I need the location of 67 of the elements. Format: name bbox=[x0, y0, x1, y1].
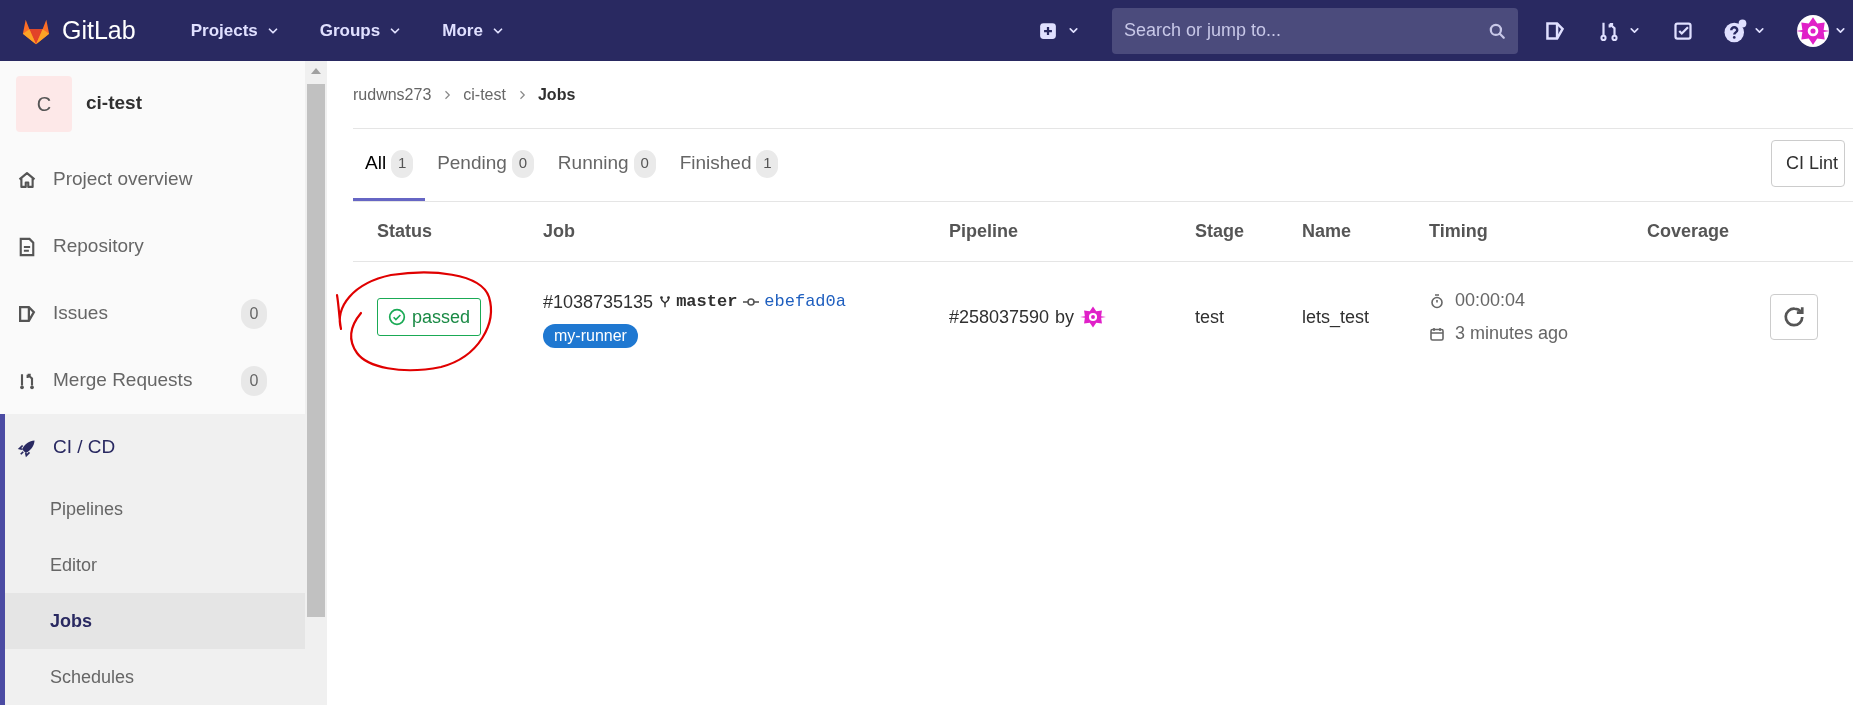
sidebar-item[interactable]: Repository bbox=[0, 213, 305, 280]
column-header: Coverage bbox=[1647, 220, 1731, 243]
job-link[interactable]: #1038735135 bbox=[543, 288, 654, 316]
plus-square-icon bbox=[1039, 21, 1057, 40]
user-avatar-icon bbox=[1796, 13, 1830, 48]
column-header: Name bbox=[1302, 220, 1353, 243]
duration-text: 00:00:04 bbox=[1455, 289, 1526, 312]
finished-time-text: 3 minutes ago bbox=[1455, 322, 1569, 345]
filter-tab[interactable]: All 1 bbox=[353, 129, 426, 201]
todo-checkbox-icon[interactable] bbox=[1673, 20, 1693, 41]
issues-icon bbox=[17, 303, 37, 324]
commit-link[interactable]: ebefad0a bbox=[764, 289, 846, 315]
issues-icon[interactable] bbox=[1544, 19, 1566, 42]
sidebar-subitem[interactable]: Editor bbox=[5, 537, 305, 593]
sidebar-subitem[interactable]: Schedules bbox=[5, 649, 305, 705]
sidebar-item[interactable]: CI / CD bbox=[5, 414, 305, 481]
column-header: Status bbox=[376, 220, 433, 243]
count-badge: 0 bbox=[241, 298, 267, 329]
ci-lint-button[interactable]: CI Lint bbox=[1771, 140, 1846, 187]
check-circle-icon bbox=[388, 308, 406, 326]
search-icon bbox=[1488, 21, 1506, 40]
nav-menu-button[interactable]: Groups bbox=[319, 17, 403, 44]
sidebar-item[interactable]: Merge Requests 0 bbox=[0, 347, 305, 414]
column-header: Pipeline bbox=[949, 220, 1020, 243]
sidebar-subitem[interactable]: Pipelines bbox=[5, 481, 305, 537]
project-name[interactable]: ci-test bbox=[86, 89, 142, 118]
count-badge: 1 bbox=[391, 149, 414, 178]
branch-icon bbox=[658, 294, 673, 310]
document-icon bbox=[17, 236, 37, 257]
count-badge: 0 bbox=[511, 149, 534, 178]
search-field[interactable]: Search or jump to... bbox=[1112, 7, 1518, 54]
filter-tab[interactable]: Finished 1 bbox=[667, 129, 791, 201]
user-menu-button[interactable] bbox=[1796, 13, 1847, 48]
help-icon bbox=[1723, 18, 1747, 43]
new-menu-button[interactable] bbox=[1039, 21, 1080, 40]
filter-tab[interactable]: Pending 0 bbox=[425, 129, 546, 201]
name-cell-text: lets_test bbox=[1302, 305, 1371, 330]
pipeline-by-text: by bbox=[1055, 305, 1075, 329]
status-badge[interactable]: passed bbox=[377, 298, 482, 336]
pipeline-link[interactable]: #258037590 bbox=[949, 303, 1050, 331]
runner-tag: my-runner bbox=[543, 323, 638, 348]
count-badge: 0 bbox=[241, 365, 267, 396]
breadcrumb-link[interactable]: Jobs bbox=[537, 82, 576, 107]
filter-tab[interactable]: Running 0 bbox=[545, 129, 668, 201]
stage-cell-text: test bbox=[1195, 305, 1225, 329]
home-icon bbox=[17, 169, 37, 190]
help-menu-button[interactable] bbox=[1723, 18, 1766, 43]
retry-button[interactable] bbox=[1770, 294, 1818, 340]
nav-menu-button[interactable]: Projects bbox=[190, 17, 280, 44]
scrollbar[interactable] bbox=[305, 61, 327, 705]
count-badge: 0 bbox=[633, 149, 656, 178]
calendar-icon bbox=[1429, 325, 1445, 342]
sidebar-item[interactable]: Project overview bbox=[0, 146, 305, 213]
nav-menu-button[interactable]: More bbox=[442, 17, 505, 44]
branch-link[interactable]: master bbox=[676, 289, 738, 315]
sidebar-subitem[interactable]: Jobs bbox=[5, 593, 305, 649]
column-header: Job bbox=[543, 220, 576, 243]
stopwatch-icon bbox=[1429, 292, 1445, 309]
breadcrumb-link[interactable]: rudwns273 bbox=[353, 82, 432, 107]
column-header: Timing bbox=[1429, 220, 1489, 243]
breadcrumb-link[interactable]: ci-test bbox=[463, 82, 506, 107]
column-header: Stage bbox=[1195, 220, 1246, 243]
count-badge: 1 bbox=[756, 149, 779, 178]
retry-icon bbox=[1782, 305, 1806, 329]
project-avatar: C bbox=[16, 75, 72, 132]
logo-text: GitLab bbox=[62, 14, 136, 46]
sidebar-item[interactable]: Issues 0 bbox=[0, 280, 305, 347]
